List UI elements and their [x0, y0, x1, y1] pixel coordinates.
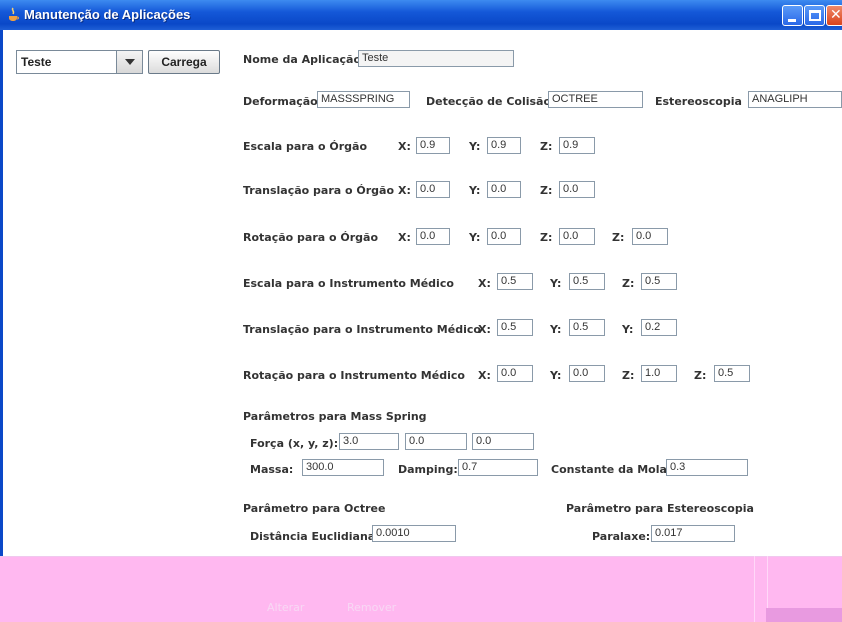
alter-button[interactable]: Alterar: [267, 601, 304, 614]
instrument-scale-label: Escala para o Instrumento Médico: [243, 277, 454, 290]
organ-rotation-w-label: Z:: [612, 231, 625, 244]
organ-scale-y-field[interactable]: 0.9: [487, 137, 521, 154]
minimize-button[interactable]: [782, 5, 803, 26]
octree-title: Parâmetro para Octree: [243, 502, 386, 515]
app-name-label: Nome da Aplicação: [243, 53, 362, 66]
mass-field[interactable]: 300.0: [302, 459, 384, 476]
instrument-scale-z-label: Z:: [622, 277, 635, 290]
organ-scale-x-label: X:: [398, 140, 411, 153]
window-title: Manutenção de Aplicações: [24, 7, 191, 22]
parallax-field[interactable]: 0.017: [651, 525, 735, 542]
organ-rotation-z-field[interactable]: 0.0: [559, 228, 595, 245]
spring-constant-field[interactable]: 0.3: [666, 459, 748, 476]
instrument-translation-z-label: Y:: [622, 323, 634, 336]
stereo-params-title: Parâmetro para Estereoscopia: [566, 502, 754, 515]
form-panel: [228, 30, 842, 556]
euclidean-distance-label: Distância Euclidiana:: [250, 530, 380, 543]
instrument-rotation-w-field[interactable]: 0.5: [714, 365, 750, 382]
instrument-rotation-z-field[interactable]: 1.0: [641, 365, 677, 382]
organ-translation-x-label: X:: [398, 184, 411, 197]
damping-field[interactable]: 0.7: [458, 459, 538, 476]
deformation-label: Deformação: [243, 95, 318, 108]
organ-scale-y-label: Y:: [469, 140, 481, 153]
instrument-translation-z-field[interactable]: 0.2: [641, 319, 677, 336]
organ-scale-z-field[interactable]: 0.9: [559, 137, 595, 154]
organ-rotation-z-label: Z:: [540, 231, 553, 244]
maximize-button[interactable]: [804, 5, 825, 26]
instrument-scale-z-field[interactable]: 0.5: [641, 273, 677, 290]
collision-field[interactable]: OCTREE: [548, 91, 643, 108]
collision-label: Detecção de Colisão: [426, 95, 552, 108]
instrument-scale-x-label: X:: [478, 277, 491, 290]
application-select[interactable]: Teste: [16, 50, 143, 74]
parallax-label: Paralaxe:: [592, 530, 651, 543]
organ-rotation-y-field[interactable]: 0.0: [487, 228, 521, 245]
instrument-rotation-x-label: X:: [478, 369, 491, 382]
force-z-field[interactable]: 0.0: [472, 433, 534, 450]
rendering-artifact: [766, 608, 842, 622]
instrument-rotation-y-field[interactable]: 0.0: [569, 365, 605, 382]
separator: [0, 556, 842, 557]
maximize-icon: [809, 10, 821, 21]
force-x-field[interactable]: 3.0: [339, 433, 399, 450]
instrument-translation-label: Translação para o Instrumento Médico: [243, 323, 481, 336]
organ-rotation-x-label: X:: [398, 231, 411, 244]
deformation-field[interactable]: MASSSPRING: [317, 91, 410, 108]
organ-translation-z-field[interactable]: 0.0: [559, 181, 595, 198]
load-button[interactable]: Carrega: [148, 50, 220, 74]
button-bar: Alterar Remover: [0, 556, 842, 622]
force-label: Força (x, y, z):: [250, 437, 339, 450]
close-icon: ✕: [830, 7, 842, 23]
app-name-field[interactable]: Teste: [358, 50, 514, 67]
instrument-translation-x-label: X:: [478, 323, 491, 336]
title-bar: Manutenção de Aplicações ✕: [0, 0, 842, 30]
organ-scale-label: Escala para o Órgão: [243, 140, 368, 153]
instrument-translation-y-field[interactable]: 0.5: [569, 319, 605, 336]
organ-rotation-x-field[interactable]: 0.0: [416, 228, 450, 245]
instrument-rotation-y-label: Y:: [550, 369, 562, 382]
organ-rotation-label: Rotação para o Órgão: [243, 231, 379, 244]
instrument-rotation-w-label: Z:: [694, 369, 707, 382]
damping-label: Damping:: [398, 463, 458, 476]
instrument-rotation-label: Rotação para o Instrumento Médico: [243, 369, 465, 382]
remove-button[interactable]: Remover: [347, 601, 396, 614]
stereoscopy-label: Estereoscopia: [655, 95, 742, 108]
left-panel: [0, 30, 228, 556]
instrument-scale-y-field[interactable]: 0.5: [569, 273, 605, 290]
organ-translation-label: Translação para o Órgão: [243, 184, 395, 197]
java-icon: [9, 7, 19, 21]
chevron-down-icon[interactable]: [116, 51, 142, 73]
instrument-rotation-x-field[interactable]: 0.0: [497, 365, 533, 382]
spring-constant-label: Constante da Mola:: [551, 463, 672, 476]
organ-translation-y-field[interactable]: 0.0: [487, 181, 521, 198]
application-select-value: Teste: [21, 55, 52, 69]
organ-rotation-y-label: Y:: [469, 231, 481, 244]
instrument-translation-y-label: Y:: [550, 323, 562, 336]
organ-translation-x-field[interactable]: 0.0: [416, 181, 450, 198]
instrument-scale-y-label: Y:: [550, 277, 562, 290]
organ-scale-x-field[interactable]: 0.9: [416, 137, 450, 154]
organ-translation-y-label: Y:: [469, 184, 481, 197]
instrument-translation-x-field[interactable]: 0.5: [497, 319, 533, 336]
stereoscopy-field[interactable]: ANAGLIPH: [748, 91, 842, 108]
instrument-scale-x-field[interactable]: 0.5: [497, 273, 533, 290]
mass-spring-title: Parâmetros para Mass Spring: [243, 410, 427, 423]
force-y-field[interactable]: 0.0: [405, 433, 467, 450]
mass-label: Massa:: [250, 463, 294, 476]
minimize-icon: [788, 19, 796, 22]
organ-scale-z-label: Z:: [540, 140, 553, 153]
close-button[interactable]: ✕: [826, 5, 842, 26]
organ-translation-z-label: Z:: [540, 184, 553, 197]
euclidean-distance-field[interactable]: 0.0010: [372, 525, 456, 542]
instrument-rotation-z-label: Z:: [622, 369, 635, 382]
organ-rotation-w-field[interactable]: 0.0: [632, 228, 668, 245]
